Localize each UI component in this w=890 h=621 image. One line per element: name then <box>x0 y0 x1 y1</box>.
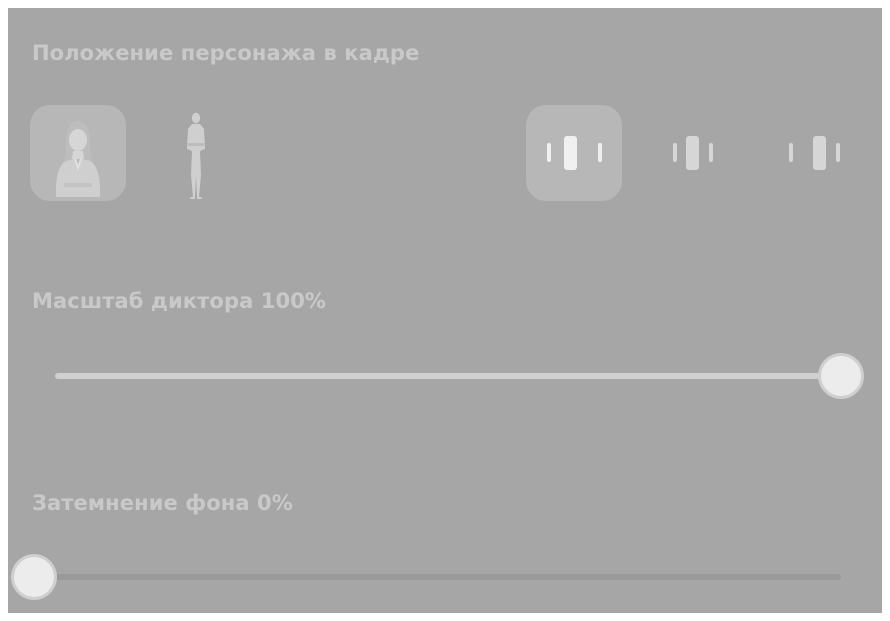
position-section-title: Положение персонажа в кадре <box>32 41 420 65</box>
align-left-button[interactable] <box>526 105 622 201</box>
full-body-framing-button[interactable] <box>148 105 244 201</box>
dim-section-title: Затемнение фона 0% <box>32 491 293 515</box>
align-right-button[interactable] <box>760 105 856 201</box>
portrait-framing-button[interactable] <box>30 105 126 201</box>
align-right-icon <box>789 136 840 170</box>
background-dim-slider[interactable] <box>14 557 841 597</box>
align-center-button[interactable] <box>643 105 739 201</box>
align-left-icon <box>547 136 602 170</box>
align-center-icon <box>673 136 713 170</box>
full-body-framing-icon <box>187 112 205 199</box>
scale-slider-fill <box>55 373 841 379</box>
scale-slider-thumb[interactable] <box>821 356 861 396</box>
scale-section-title: Масштаб диктора 100% <box>32 289 327 313</box>
background-dim-slider-track[interactable] <box>34 574 841 580</box>
background-dim-slider-thumb[interactable] <box>14 557 54 597</box>
character-settings-panel: Положение персонажа в кадре Масштаб дикт… <box>8 8 882 613</box>
portrait-framing-icon <box>55 121 101 197</box>
scale-slider[interactable] <box>55 356 861 396</box>
